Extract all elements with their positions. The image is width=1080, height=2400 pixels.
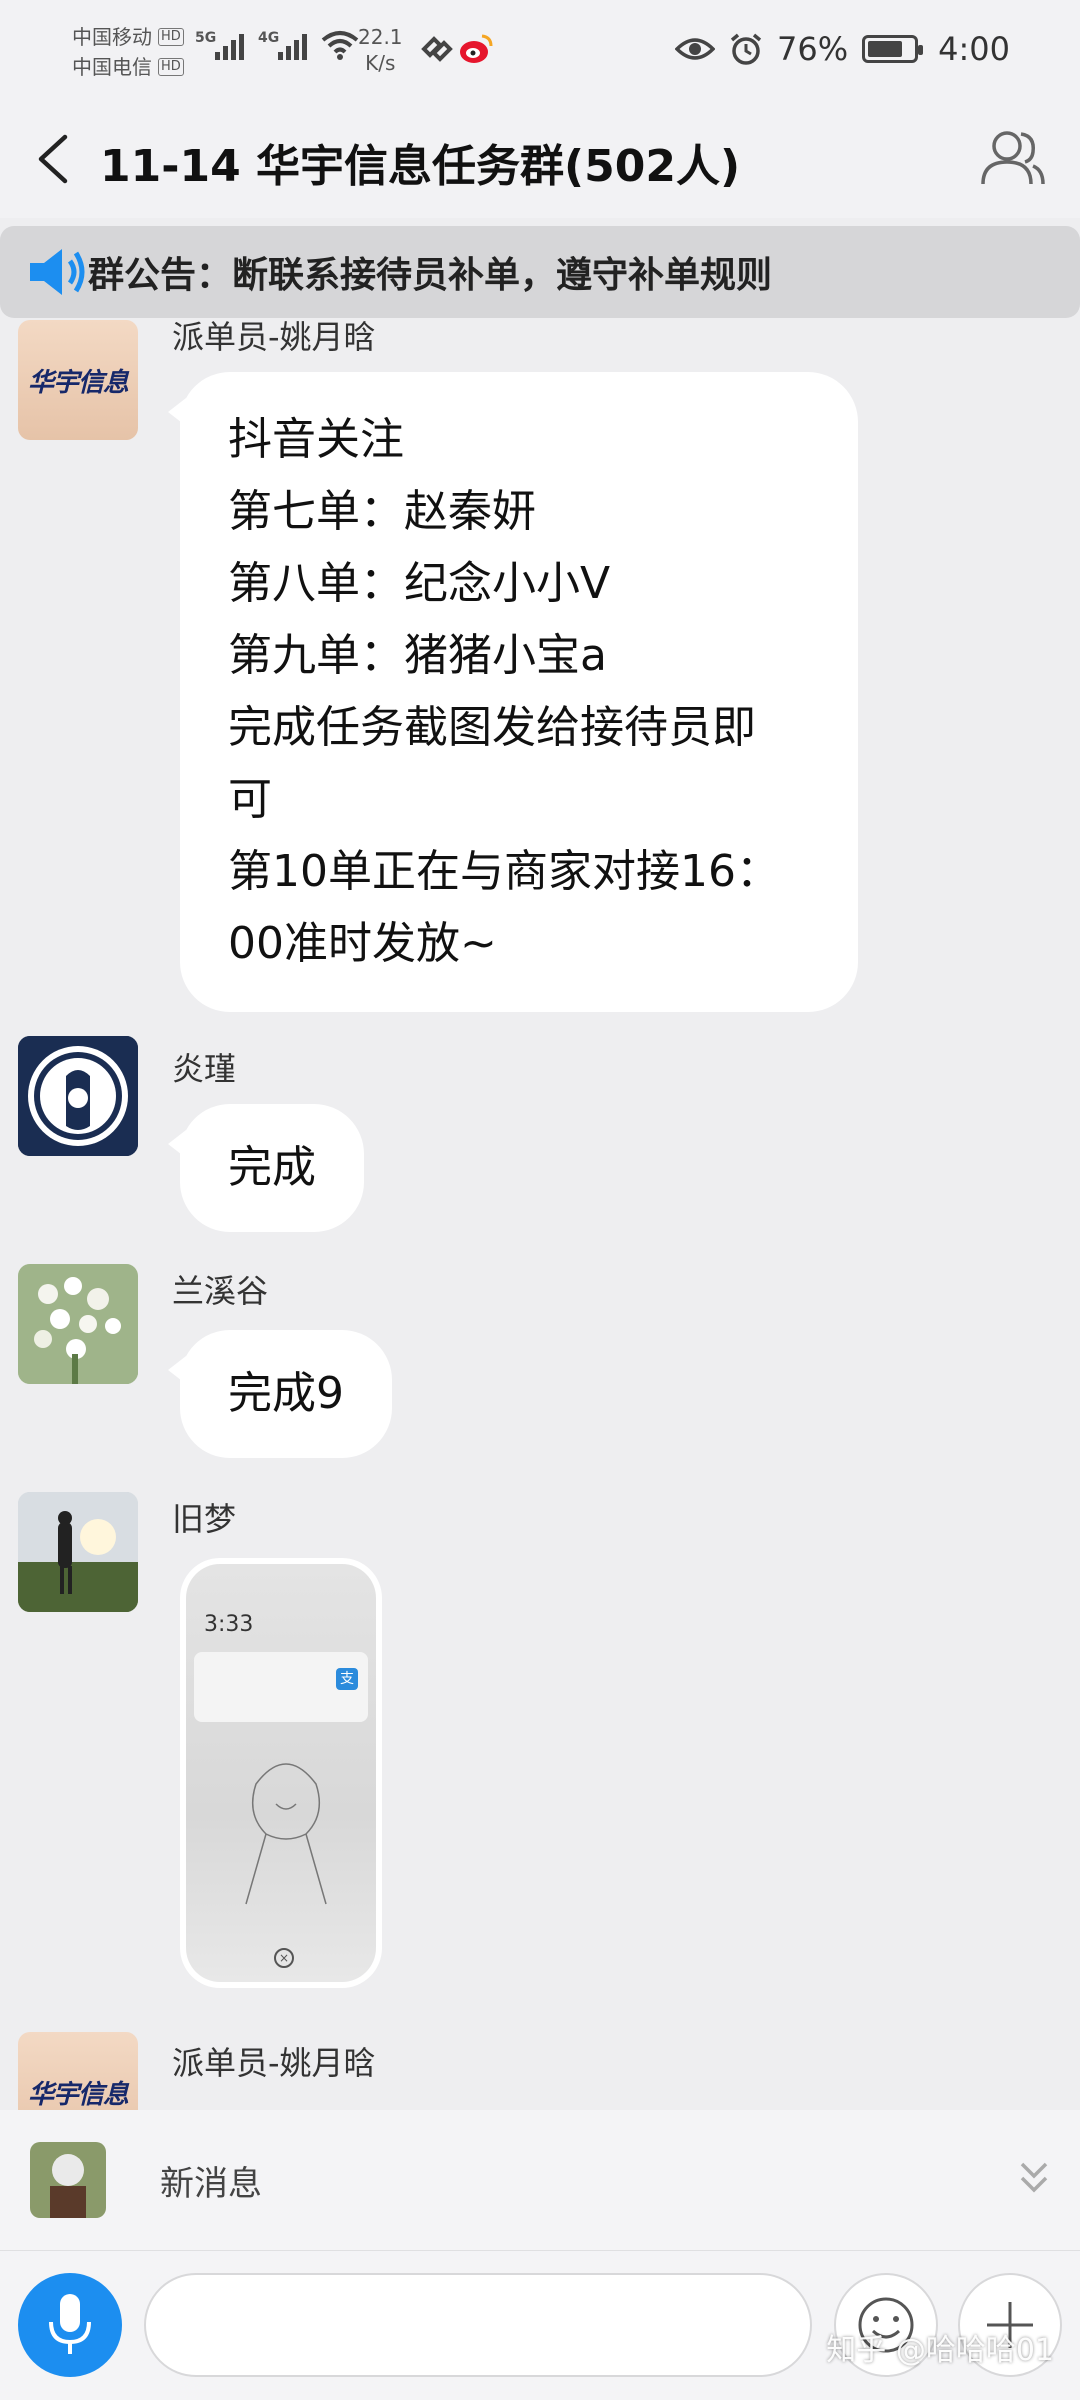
message-bubble[interactable]: 抖音关注 第七单：赵秦妍 第八单：纪念小小V 第九单：猪猪小宝a 完成任务截图发… [168,372,858,1012]
message-line: 00准时发放~ [228,918,497,969]
status-right: 76% 4:00 [675,30,1010,68]
sender-avatar[interactable] [18,1036,138,1156]
flowers-photo [18,1264,138,1384]
sender-avatar[interactable]: 华宇信息 [18,320,138,440]
link-icon [421,36,453,62]
signal-4g-icon: 4G [258,30,307,60]
image-message[interactable]: 3:33 支 × [180,1558,382,1988]
person-photo [18,1492,138,1612]
announcement-text: 断联系接待员补单，遵守补单规则 [232,255,773,296]
status-bar: 中国移动 HD 中国电信 HD 5G 4G 22.1 K/s 76% 4:00 [0,0,1080,100]
sender-avatar[interactable] [18,1264,138,1384]
sender-avatar[interactable] [18,1492,138,1612]
signal-5g-icon: 5G [195,30,244,60]
network-speed: 22.1 K/s [358,25,403,75]
microphone-icon [49,2294,91,2354]
close-icon: × [274,1948,294,1968]
message-line: 第10单正在与商家对接16： [228,846,780,897]
message-bubble[interactable]: 完成9 [168,1330,392,1458]
hd-badge: HD [158,58,184,76]
message-line: 可 [228,774,272,825]
message-input[interactable] [144,2273,812,2377]
carrier-2: 中国电信 [72,55,152,79]
new-message-avatar [30,2142,106,2218]
sender-name: 旧梦 [172,1500,237,1538]
alarm-icon [730,33,762,65]
group-members-icon [981,131,1045,185]
message-line: 第九单：猪猪小宝a [228,630,607,681]
new-message-label: 新消息 [160,2163,262,2204]
battery-icon [862,35,924,63]
message-line: 第八单：纪念小小V [228,558,611,609]
eye-icon [675,38,716,60]
message-line: 完成任务截图发给接待员即 [228,702,756,753]
new-message-bar[interactable]: 新消息 [0,2110,1080,2250]
signal-indicators: 5G 4G [195,30,359,60]
sender-name: 兰溪谷 [172,1272,269,1310]
title-bar: 11-14 华宇信息任务群(502人) [0,100,1080,218]
sender-name: 派单员-姚月晗 [172,2044,376,2082]
avatar-logo-text: 华宇信息 [27,367,129,398]
wifi-icon [321,31,359,60]
message-line: 抖音关注 [228,414,404,465]
carrier-1: 中国移动 [72,25,152,49]
team-logo-icon [18,1036,138,1156]
group-announcement[interactable]: 群公告： 断联系接待员补单，遵守补单规则 [0,226,1080,318]
back-button[interactable] [22,126,82,192]
page-title: 11-14 华宇信息任务群(502人) [100,141,741,192]
sender-name: 炎瑾 [172,1050,237,1088]
message-bubble[interactable]: 完成 [168,1104,364,1232]
alipay-icon: 支 [336,1668,358,1690]
sender-name: 派单员-姚月晗 [172,318,376,356]
screenshot-thumbnail: 3:33 支 × [186,1564,376,1982]
double-chevron-down-icon [1020,2162,1048,2193]
line-art-illustration [245,1763,327,1905]
battery-percent: 76% [777,30,849,68]
hd-badge: HD [158,28,184,46]
announcement-label: 群公告： [88,255,233,296]
weibo-icon [460,34,493,63]
message-line: 第七单：赵秦妍 [228,486,536,537]
group-members-button[interactable] [974,122,1050,194]
message-text: 完成 [228,1142,316,1193]
speaker-icon [26,241,88,303]
chevron-left-icon [38,134,68,184]
thumbnail-notification: 支 [194,1652,368,1722]
thumbnail-clock: 3:33 [204,1612,254,1637]
message-text: 完成9 [228,1368,344,1419]
watermark: 知乎 @哈哈哈01 [826,2333,1054,2368]
carrier-info: 中国移动 HD 中国电信 HD [72,22,184,82]
clock-time: 4:00 [938,30,1010,68]
avatar-logo-text: 华宇信息 [27,2079,129,2110]
voice-button[interactable] [18,2273,122,2377]
